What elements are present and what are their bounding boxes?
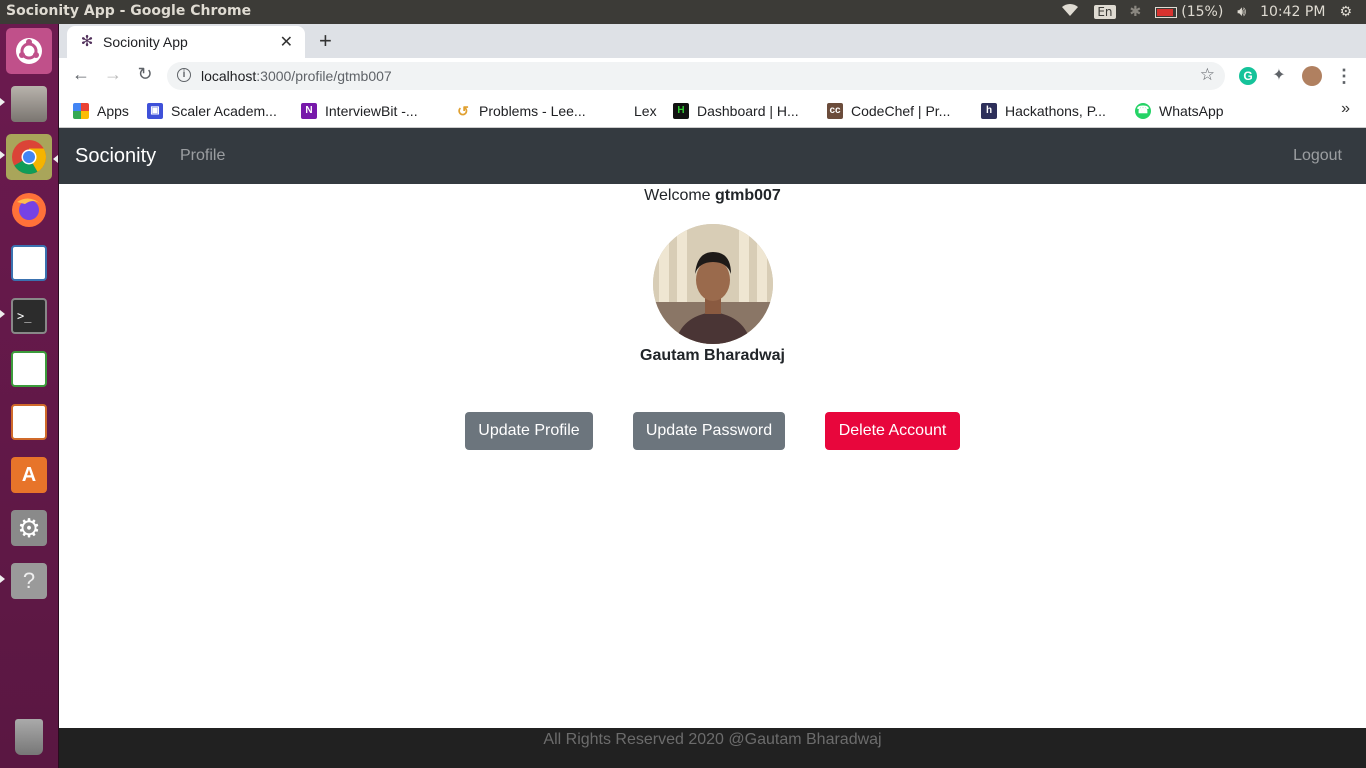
url-text[interactable]: localhost:3000/profile/gtmb007 <box>201 68 392 84</box>
new-tab-button[interactable]: + <box>319 28 332 54</box>
page-footer: All Rights Reserved 2020 @Gautam Bharadw… <box>59 728 1366 768</box>
footer-copyright: All Rights Reserved 2020 @Gautam Bharadw… <box>543 731 882 748</box>
whatsapp-icon: ☎ <box>1135 103 1151 119</box>
socionity-favicon-icon: ✻ <box>80 33 94 50</box>
update-password-button[interactable]: Update Password <box>633 412 785 450</box>
running-indicator <box>0 310 5 318</box>
active-indicator <box>53 155 58 163</box>
grammarly-extension-icon[interactable]: G <box>1239 67 1257 85</box>
onenote-icon: N <box>301 103 317 119</box>
running-indicator <box>0 575 5 583</box>
chrome-menu-icon[interactable]: ⋮ <box>1335 67 1353 85</box>
browser-toolbar: ← → ↻ i localhost:3000/profile/gtmb007 ☆… <box>59 58 1366 94</box>
libreoffice-impress-icon[interactable] <box>6 399 52 445</box>
bookmark-star-icon[interactable]: ☆ <box>1200 65 1215 85</box>
profile-avatar <box>653 224 773 344</box>
bookmark-interviewbit[interactable]: N InterviewBit -... <box>301 101 418 121</box>
battery-icon <box>1155 6 1178 18</box>
window-title: Socionity App - Google Chrome <box>6 3 252 19</box>
libreoffice-writer-icon[interactable] <box>6 240 52 286</box>
gear-icon[interactable]: ⚙ <box>1339 4 1352 20</box>
running-indicator <box>0 98 5 106</box>
bookmark-lex[interactable]: Lex <box>634 101 657 121</box>
more-bookmarks-icon[interactable]: » <box>1341 100 1350 118</box>
welcome-message: Welcome gtmb007 <box>59 187 1366 205</box>
username: gtmb007 <box>715 187 781 204</box>
files-icon[interactable] <box>6 81 52 127</box>
clock[interactable]: 10:42 PM <box>1260 4 1325 20</box>
brand-link[interactable]: Socionity <box>75 145 156 168</box>
extensions-puzzle-icon[interactable]: ✦ <box>1270 67 1288 85</box>
welcome-prefix: Welcome <box>644 187 711 204</box>
apps-grid-icon <box>73 103 89 119</box>
keyboard-layout-indicator[interactable]: En <box>1094 5 1116 19</box>
firefox-icon[interactable] <box>6 187 52 233</box>
forward-arrow-icon[interactable]: → <box>101 64 125 85</box>
hackerearth-icon: H <box>673 103 689 119</box>
site-info-icon[interactable]: i <box>177 68 191 82</box>
page-content: Socionity Profile Logout Welcome gtmb007… <box>59 128 1366 768</box>
ubuntu-launcher: >_ A ⚙ ? <box>0 24 59 768</box>
bookmarks-bar: Apps ▣ Scaler Academ... N InterviewBit -… <box>59 94 1366 128</box>
libreoffice-calc-icon[interactable] <box>6 346 52 392</box>
browser-window: ✻ Socionity App ✕ + ← → ↻ i localhost:30… <box>59 24 1366 128</box>
wifi-icon[interactable] <box>1060 3 1080 21</box>
tab-socionity-app[interactable]: ✻ Socionity App ✕ <box>67 26 305 58</box>
codechef-icon: cc <box>827 103 843 119</box>
running-indicator <box>0 151 5 159</box>
ubuntu-dash-icon[interactable] <box>6 28 52 74</box>
tab-title: Socionity App <box>103 34 188 50</box>
reload-icon[interactable]: ↻ <box>133 64 157 85</box>
bookmark-scaler[interactable]: ▣ Scaler Academ... <box>147 101 277 121</box>
close-tab-icon[interactable]: ✕ <box>280 32 293 52</box>
volume-icon[interactable]: 🔊︎ <box>1237 4 1246 20</box>
os-top-bar: Socionity App - Google Chrome En ✱ (15%)… <box>0 0 1366 24</box>
battery-percentage: (15%) <box>1181 4 1224 20</box>
scaler-icon: ▣ <box>147 103 163 119</box>
delete-account-button[interactable]: Delete Account <box>825 412 960 450</box>
bookmark-hackathons[interactable]: h Hackathons, P... <box>981 101 1106 121</box>
nav-profile-link[interactable]: Profile <box>180 147 225 165</box>
update-profile-button[interactable]: Update Profile <box>465 412 593 450</box>
logout-link[interactable]: Logout <box>1293 147 1342 165</box>
terminal-icon[interactable]: >_ <box>6 293 52 339</box>
bookmark-leetcode[interactable]: ↺ Problems - Lee... <box>455 101 585 121</box>
bookmark-whatsapp[interactable]: ☎ WhatsApp <box>1135 101 1224 121</box>
bookmark-codechef[interactable]: cc CodeChef | Pr... <box>827 101 950 121</box>
trash-icon[interactable] <box>6 714 52 760</box>
tab-strip: ✻ Socionity App ✕ + <box>59 24 1366 58</box>
chrome-icon[interactable] <box>6 134 52 180</box>
profile-full-name: Gautam Bharadwaj <box>640 347 785 364</box>
leetcode-icon: ↺ <box>457 103 469 119</box>
bookmark-apps[interactable]: Apps <box>73 101 129 121</box>
system-settings-icon[interactable]: ⚙ <box>6 505 52 551</box>
bluetooth-icon[interactable]: ✱ <box>1130 4 1142 20</box>
profile-avatar-icon[interactable] <box>1302 66 1322 86</box>
help-icon[interactable]: ? <box>6 558 52 604</box>
back-arrow-icon[interactable]: ← <box>69 64 93 85</box>
software-center-icon[interactable]: A <box>6 452 52 498</box>
bookmark-dashboard[interactable]: H Dashboard | H... <box>673 101 799 121</box>
battery-indicator[interactable]: (15%) <box>1155 4 1223 20</box>
hackerearth-h-icon: h <box>981 103 997 119</box>
address-bar[interactable]: i localhost:3000/profile/gtmb007 ☆ <box>167 62 1225 90</box>
system-tray: En ✱ (15%) 🔊︎ 10:42 PM ⚙ <box>1060 0 1366 24</box>
app-navbar: Socionity Profile Logout <box>59 128 1366 184</box>
